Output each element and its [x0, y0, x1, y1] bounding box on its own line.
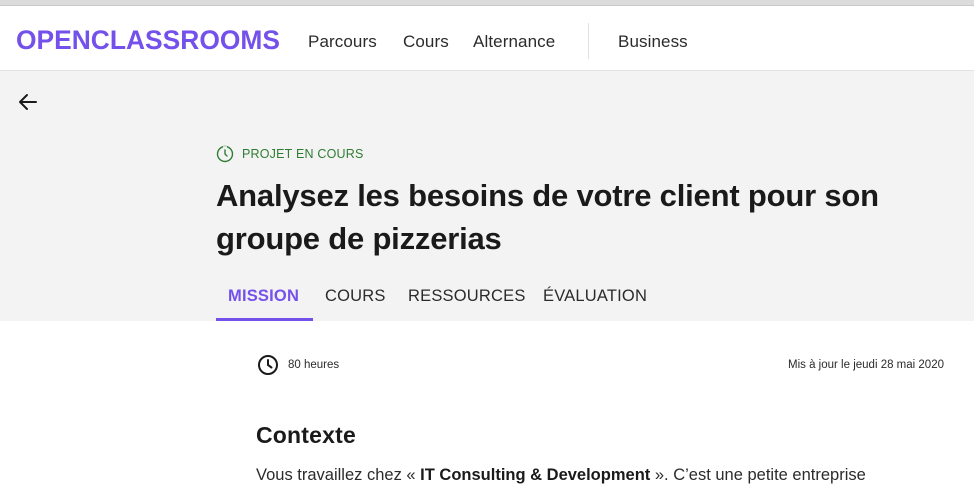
context-paragraph: Vous travaillez chez « IT Consulting & D…: [256, 466, 866, 485]
project-duration: 80 heures: [288, 359, 340, 371]
timer-icon: [216, 145, 234, 163]
company-name: IT Consulting & Development: [420, 466, 651, 484]
svg-text:OPENCLASSROOMS: OPENCLASSROOMS: [16, 26, 280, 52]
paragraph-end: ». C’est une petite entreprise: [650, 466, 866, 484]
browser-edge: [0, 5, 974, 6]
tab-cours[interactable]: COURS: [325, 287, 386, 306]
nav-business[interactable]: Business: [618, 32, 688, 52]
tab-ressources[interactable]: RESSOURCES: [408, 287, 526, 306]
page-title-line-2: groupe de pizzerias: [216, 221, 502, 256]
clock-icon: [258, 355, 278, 375]
last-updated: Mis à jour le jeudi 28 mai 2020: [788, 359, 944, 371]
nav-cours[interactable]: Cours: [403, 32, 449, 52]
nav-divider: [588, 23, 589, 59]
status-label: PROJET EN COURS: [242, 147, 364, 161]
top-navigation-bar: OPENCLASSROOMS Parcours Cours Alternance…: [0, 0, 974, 71]
page-title: Analysez les besoins de votre client pou…: [216, 174, 974, 260]
nav-parcours[interactable]: Parcours: [308, 32, 377, 52]
openclassrooms-logo[interactable]: OPENCLASSROOMS: [16, 26, 282, 52]
paragraph-start: Vous travaillez chez «: [256, 466, 421, 484]
page-title-line-1: Analysez les besoins de votre client pou…: [216, 178, 879, 213]
project-status: PROJET EN COURS: [216, 145, 364, 163]
nav-alternance[interactable]: Alternance: [473, 32, 555, 52]
active-tab-indicator: [216, 318, 313, 321]
arrow-left-icon[interactable]: [17, 91, 39, 113]
tab-evaluation[interactable]: ÉVALUATION: [543, 287, 647, 306]
section-title-contexte: Contexte: [256, 422, 357, 448]
tab-mission[interactable]: MISSION: [228, 287, 299, 306]
